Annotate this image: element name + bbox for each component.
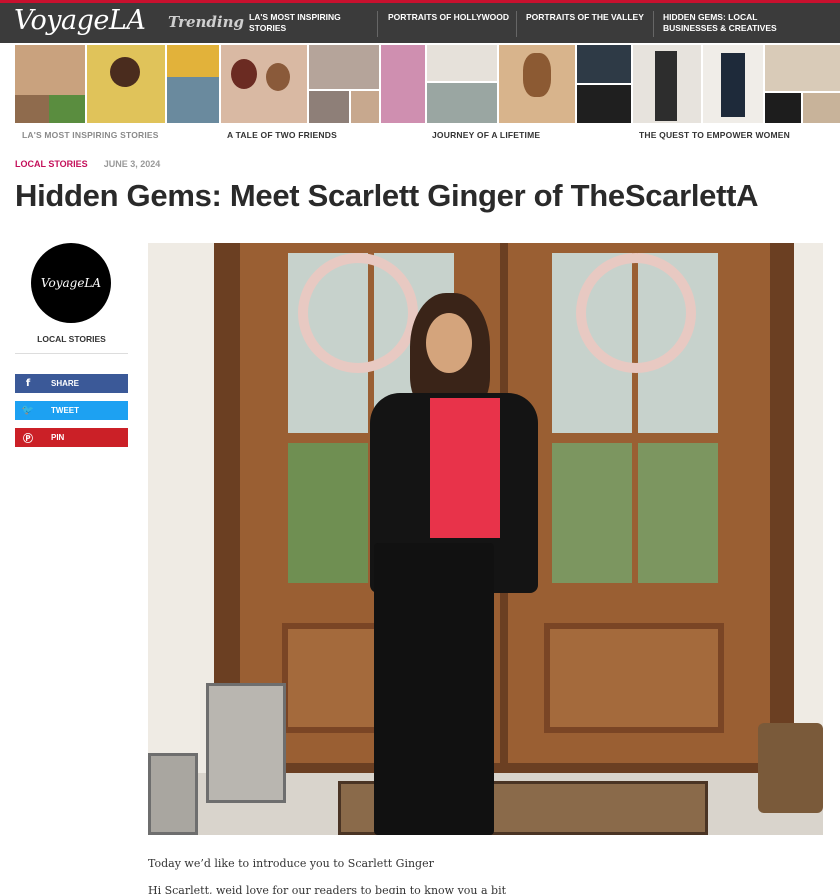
article-date: June 3, 2024	[103, 159, 161, 169]
story-thumbnail-inspiring-stories[interactable]	[15, 45, 219, 123]
story-caption-two-friends[interactable]: A Tale of Two Friends	[227, 130, 337, 140]
share-pinterest-button[interactable]: Ⓟ Pin	[15, 428, 128, 447]
share-facebook-label: Share	[51, 379, 80, 388]
facebook-icon: f	[25, 378, 31, 389]
article-body-text: Hi Scarlett, weid love for our readers t…	[148, 884, 507, 894]
story-caption-empower-women[interactable]: The Quest to Empower Women	[639, 130, 790, 140]
twitter-icon: 🐦	[21, 405, 35, 416]
article-headline: Hidden Gems: Meet Scarlett Ginger of The…	[15, 178, 759, 213]
top-navigation-bar: VoyageLA Trending LA's Most Inspiring St…	[0, 0, 840, 43]
sidebar-divider	[15, 353, 128, 354]
story-caption-inspiring-stories[interactable]: LA's Most Inspiring Stories	[22, 130, 159, 140]
nav-divider	[377, 11, 378, 37]
article-category-link[interactable]: Local Stories	[15, 159, 88, 169]
site-logo[interactable]: VoyageLA	[14, 3, 146, 39]
story-thumbnail-empower-women[interactable]	[633, 45, 840, 123]
nav-divider	[516, 11, 517, 37]
trending-stories-strip	[15, 45, 840, 123]
trending-link-portraits-valley[interactable]: Portraits of the Valley	[526, 12, 654, 23]
pinterest-icon: Ⓟ	[23, 434, 33, 445]
trending-link-portraits-hollywood[interactable]: Portraits of Hollywood	[388, 12, 516, 23]
article-intro-text: Today we’d like to introduce you to Scar…	[148, 857, 434, 870]
article-meta: Local Stories June 3, 2024	[15, 159, 160, 169]
category-badge[interactable]: VoyageLA	[31, 243, 111, 323]
story-thumbnail-journey-lifetime[interactable]	[427, 45, 631, 123]
share-twitter-label: Tweet	[51, 406, 79, 415]
share-pinterest-label: Pin	[51, 433, 65, 442]
trending-link-hidden-gems[interactable]: Hidden Gems: Local Businesses & Creative…	[663, 12, 791, 34]
story-thumbnail-two-friends[interactable]	[221, 45, 425, 123]
nav-divider	[653, 11, 654, 37]
badge-label[interactable]: Local Stories	[15, 334, 128, 344]
badge-logo: VoyageLA	[40, 276, 102, 290]
trending-label: Trending	[168, 13, 245, 31]
share-twitter-button[interactable]: 🐦 Tweet	[15, 401, 128, 420]
story-caption-journey-lifetime[interactable]: Journey of a Lifetime	[432, 130, 540, 140]
article-hero-image	[148, 243, 823, 835]
share-facebook-button[interactable]: f Share	[15, 374, 128, 393]
trending-link-inspiring-stories[interactable]: LA's Most Inspiring Stories	[249, 12, 377, 34]
